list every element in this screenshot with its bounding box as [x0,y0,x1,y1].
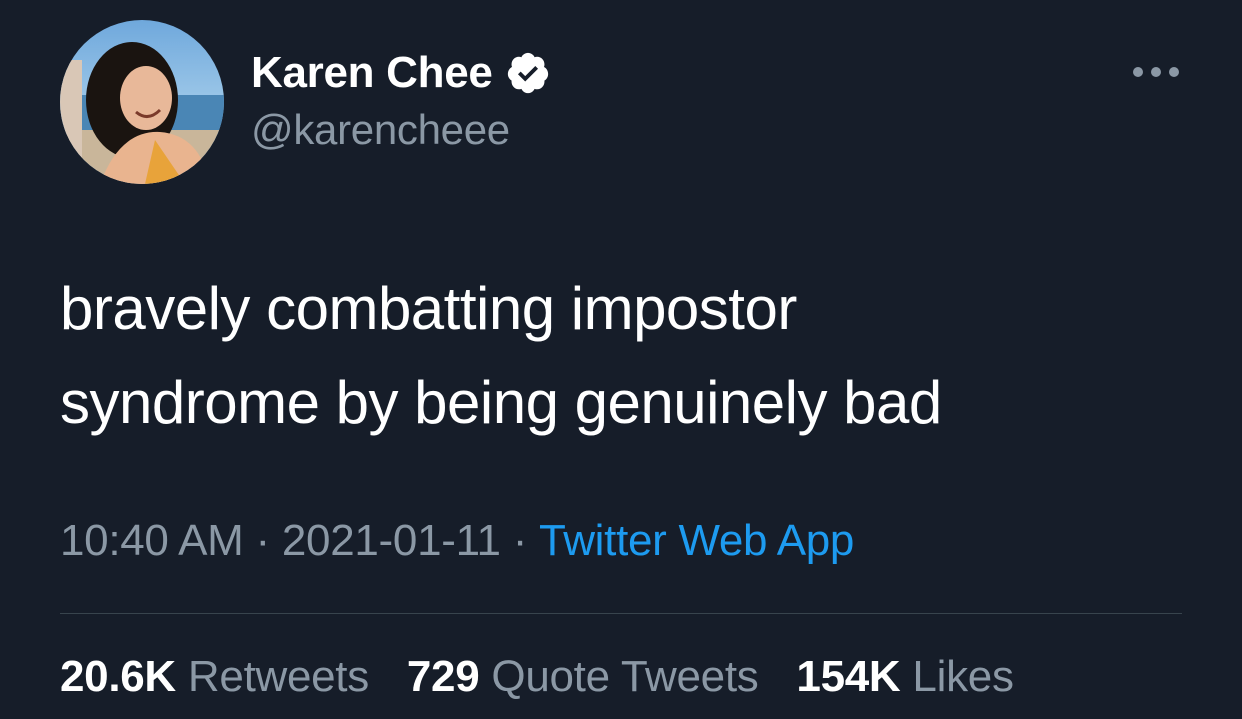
meta-separator: · [512,516,528,565]
verified-badge-icon [505,50,551,96]
likes-label: Likes [912,652,1014,701]
retweets-label: Retweets [187,652,369,701]
author-handle[interactable]: @karencheee [251,106,510,154]
tweet-text-line: bravely combatting impostor [60,275,797,342]
avatar[interactable] [60,20,224,184]
retweets-count: 20.6K [60,652,176,701]
quote-tweets-stat[interactable]: 729 Quote Tweets [407,652,759,701]
tweet-stats: 20.6K Retweets 729 Quote Tweets 154K Likes [60,652,1040,702]
likes-count: 154K [796,652,901,701]
tweet-meta: 10:40 AM · 2021-01-11 · Twitter Web App [60,516,854,566]
tweet-text-line: syndrome by being genuinely bad [60,369,942,436]
tweet-source-link[interactable]: Twitter Web App [539,516,854,565]
quote-tweets-label: Quote Tweets [491,652,759,701]
tweet-card: Karen Chee @karencheee bravely combattin… [0,0,1242,719]
author-name-row[interactable]: Karen Chee [251,45,551,101]
meta-separator: · [255,516,271,565]
profile-photo-image [60,20,224,184]
display-name[interactable]: Karen Chee [251,48,493,98]
retweets-stat[interactable]: 20.6K Retweets [60,652,369,701]
likes-stat[interactable]: 154K Likes [796,652,1014,701]
divider [60,613,1182,614]
more-horizontal-icon[interactable] [1128,60,1184,84]
tweet-text: bravely combatting impostor syndrome by … [60,262,1160,450]
quote-tweets-count: 729 [406,652,480,701]
tweet-date[interactable]: 2021-01-11 [282,516,501,565]
tweet-time[interactable]: 10:40 AM [60,516,244,565]
